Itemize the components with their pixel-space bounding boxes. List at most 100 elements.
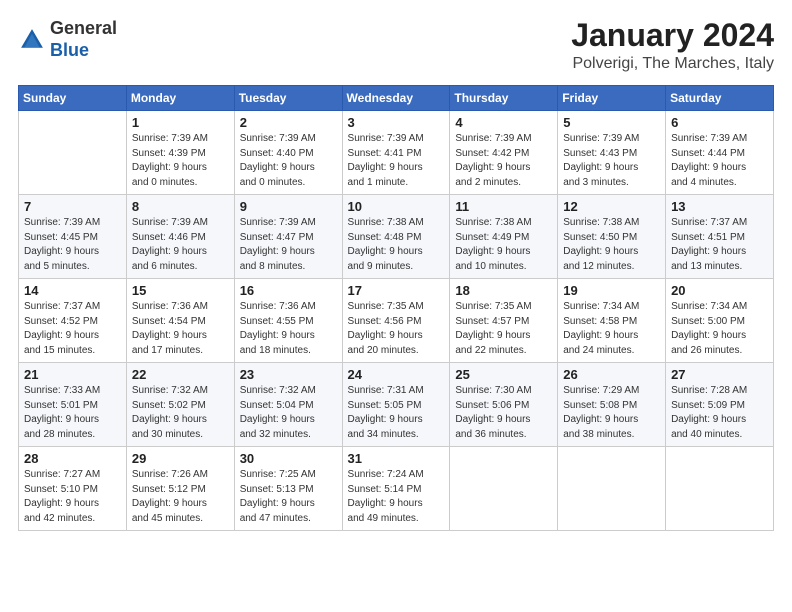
cell-info-4-2: Sunrise: 7:25 AM Sunset: 5:13 PM Dayligh…: [240, 468, 338, 526]
cell-info-0-6: Sunrise: 7:39 AM Sunset: 4:44 PM Dayligh…: [671, 132, 769, 190]
cell-info-4-1: Sunrise: 7:26 AM Sunset: 5:12 PM Dayligh…: [132, 468, 230, 526]
week-row-2: 14 Sunrise: 7:37 AM Sunset: 4:52 PM Dayli…: [19, 279, 774, 363]
day-number-2-1: 15: [132, 283, 230, 298]
cell-4-6: [666, 447, 774, 531]
cell-info-1-4: Sunrise: 7:38 AM Sunset: 4:49 PM Dayligh…: [455, 216, 553, 274]
cell-3-6: 27Sunrise: 7:28 AM Sunset: 5:09 PM Dayli…: [666, 363, 774, 447]
cell-0-3: 3 Sunrise: 7:39 AM Sunset: 4:41 PM Daylig…: [342, 111, 450, 195]
day-number-3-0: 21: [24, 367, 122, 382]
day-number-2-6: 20: [671, 283, 769, 298]
cell-info-0-2: Sunrise: 7:39 AM Sunset: 4:40 PM Dayligh…: [240, 132, 338, 190]
day-number-4-1: 29: [132, 451, 230, 466]
day-number-2-2: 16: [240, 283, 338, 298]
cell-3-0: 21 Sunrise: 7:33 AM Sunset: 5:01 PM Dayli…: [19, 363, 127, 447]
cell-2-4: 18Sunrise: 7:35 AM Sunset: 4:57 PM Dayli…: [450, 279, 558, 363]
col-friday: Friday: [558, 86, 666, 111]
cell-info-0-4: Sunrise: 7:39 AM Sunset: 4:42 PM Dayligh…: [455, 132, 553, 190]
day-number-1-1: 8: [132, 199, 230, 214]
day-number-2-4: 18: [455, 283, 553, 298]
cell-2-0: 14 Sunrise: 7:37 AM Sunset: 4:52 PM Dayli…: [19, 279, 127, 363]
logo-text: General Blue: [50, 18, 117, 61]
cell-1-6: 13 Sunrise: 7:37 AM Sunset: 4:51 PM Dayli…: [666, 195, 774, 279]
cell-info-4-0: Sunrise: 7:27 AM Sunset: 5:10 PM Dayligh…: [24, 468, 122, 526]
cell-info-1-2: Sunrise: 7:39 AM Sunset: 4:47 PM Dayligh…: [240, 216, 338, 274]
day-number-3-1: 22: [132, 367, 230, 382]
col-tuesday: Tuesday: [234, 86, 342, 111]
day-number-0-6: 6: [671, 115, 769, 130]
day-number-3-3: 24: [348, 367, 446, 382]
col-saturday: Saturday: [666, 86, 774, 111]
col-thursday: Thursday: [450, 86, 558, 111]
cell-0-2: 2 Sunrise: 7:39 AM Sunset: 4:40 PM Daylig…: [234, 111, 342, 195]
cell-1-3: 10 Sunrise: 7:38 AM Sunset: 4:48 PM Dayli…: [342, 195, 450, 279]
cell-info-3-3: Sunrise: 7:31 AM Sunset: 5:05 PM Dayligh…: [348, 384, 446, 442]
cell-info-2-6: Sunrise: 7:34 AM Sunset: 5:00 PM Dayligh…: [671, 300, 769, 358]
cell-2-1: 15 Sunrise: 7:36 AM Sunset: 4:54 PM Dayli…: [126, 279, 234, 363]
cell-info-0-5: Sunrise: 7:39 AM Sunset: 4:43 PM Dayligh…: [563, 132, 661, 190]
month-title: January 2024: [571, 18, 774, 53]
cell-info-2-0: Sunrise: 7:37 AM Sunset: 4:52 PM Dayligh…: [24, 300, 122, 358]
cell-4-4: [450, 447, 558, 531]
cell-0-5: 5 Sunrise: 7:39 AM Sunset: 4:43 PM Daylig…: [558, 111, 666, 195]
page: General Blue January 2024 Polverigi, The…: [0, 0, 792, 612]
cell-4-1: 29 Sunrise: 7:26 AM Sunset: 5:12 PM Dayli…: [126, 447, 234, 531]
cell-2-5: 19Sunrise: 7:34 AM Sunset: 4:58 PM Dayli…: [558, 279, 666, 363]
day-number-4-3: 31: [348, 451, 446, 466]
cell-info-2-1: Sunrise: 7:36 AM Sunset: 4:54 PM Dayligh…: [132, 300, 230, 358]
cell-1-2: 9 Sunrise: 7:39 AM Sunset: 4:47 PM Daylig…: [234, 195, 342, 279]
day-number-4-0: 28: [24, 451, 122, 466]
day-number-3-2: 23: [240, 367, 338, 382]
cell-info-3-4: Sunrise: 7:30 AM Sunset: 5:06 PM Dayligh…: [455, 384, 553, 442]
logo-blue-text: Blue: [50, 40, 89, 60]
day-number-3-6: 27: [671, 367, 769, 382]
day-number-0-3: 3: [348, 115, 446, 130]
cell-4-0: 28 Sunrise: 7:27 AM Sunset: 5:10 PM Dayli…: [19, 447, 127, 531]
week-row-0: 1Sunrise: 7:39 AM Sunset: 4:39 PM Daylig…: [19, 111, 774, 195]
cell-info-1-1: Sunrise: 7:39 AM Sunset: 4:46 PM Dayligh…: [132, 216, 230, 274]
cell-info-3-5: Sunrise: 7:29 AM Sunset: 5:08 PM Dayligh…: [563, 384, 661, 442]
day-number-0-5: 5: [563, 115, 661, 130]
cell-info-2-3: Sunrise: 7:35 AM Sunset: 4:56 PM Dayligh…: [348, 300, 446, 358]
day-number-0-2: 2: [240, 115, 338, 130]
cell-info-1-3: Sunrise: 7:38 AM Sunset: 4:48 PM Dayligh…: [348, 216, 446, 274]
week-row-1: 7Sunrise: 7:39 AM Sunset: 4:45 PM Daylig…: [19, 195, 774, 279]
cell-3-5: 26 Sunrise: 7:29 AM Sunset: 5:08 PM Dayli…: [558, 363, 666, 447]
week-row-3: 21 Sunrise: 7:33 AM Sunset: 5:01 PM Dayli…: [19, 363, 774, 447]
cell-2-3: 17Sunrise: 7:35 AM Sunset: 4:56 PM Dayli…: [342, 279, 450, 363]
day-number-3-5: 26: [563, 367, 661, 382]
day-number-1-5: 12: [563, 199, 661, 214]
col-wednesday: Wednesday: [342, 86, 450, 111]
cell-4-3: 31 Sunrise: 7:24 AM Sunset: 5:14 PM Dayli…: [342, 447, 450, 531]
cell-info-3-2: Sunrise: 7:32 AM Sunset: 5:04 PM Dayligh…: [240, 384, 338, 442]
cell-4-5: [558, 447, 666, 531]
header: General Blue January 2024 Polverigi, The…: [18, 18, 774, 73]
cell-2-2: 16 Sunrise: 7:36 AM Sunset: 4:55 PM Dayli…: [234, 279, 342, 363]
day-number-0-4: 4: [455, 115, 553, 130]
cell-3-2: 23 Sunrise: 7:32 AM Sunset: 5:04 PM Dayli…: [234, 363, 342, 447]
cell-1-1: 8 Sunrise: 7:39 AM Sunset: 4:46 PM Daylig…: [126, 195, 234, 279]
cell-0-4: 4 Sunrise: 7:39 AM Sunset: 4:42 PM Daylig…: [450, 111, 558, 195]
day-number-1-2: 9: [240, 199, 338, 214]
cell-info-4-3: Sunrise: 7:24 AM Sunset: 5:14 PM Dayligh…: [348, 468, 446, 526]
cell-0-6: 6 Sunrise: 7:39 AM Sunset: 4:44 PM Daylig…: [666, 111, 774, 195]
day-number-1-3: 10: [348, 199, 446, 214]
cell-info-2-2: Sunrise: 7:36 AM Sunset: 4:55 PM Dayligh…: [240, 300, 338, 358]
logo-general-text: General: [50, 18, 117, 38]
day-number-1-6: 13: [671, 199, 769, 214]
cell-info-0-3: Sunrise: 7:39 AM Sunset: 4:41 PM Dayligh…: [348, 132, 446, 190]
day-number-3-4: 25: [455, 367, 553, 382]
day-number-1-0: 7: [24, 199, 122, 214]
cell-info-3-0: Sunrise: 7:33 AM Sunset: 5:01 PM Dayligh…: [24, 384, 122, 442]
cell-2-6: 20 Sunrise: 7:34 AM Sunset: 5:00 PM Dayli…: [666, 279, 774, 363]
cell-info-3-1: Sunrise: 7:32 AM Sunset: 5:02 PM Dayligh…: [132, 384, 230, 442]
cell-3-1: 22 Sunrise: 7:32 AM Sunset: 5:02 PM Dayli…: [126, 363, 234, 447]
day-number-2-0: 14: [24, 283, 122, 298]
cell-3-3: 24 Sunrise: 7:31 AM Sunset: 5:05 PM Dayli…: [342, 363, 450, 447]
day-number-1-4: 11: [455, 199, 553, 214]
logo: General Blue: [18, 18, 117, 61]
cell-info-1-6: Sunrise: 7:37 AM Sunset: 4:51 PM Dayligh…: [671, 216, 769, 274]
day-number-4-2: 30: [240, 451, 338, 466]
title-block: January 2024 Polverigi, The Marches, Ita…: [571, 18, 774, 73]
cell-1-0: 7Sunrise: 7:39 AM Sunset: 4:45 PM Daylig…: [19, 195, 127, 279]
day-number-2-5: 19: [563, 283, 661, 298]
